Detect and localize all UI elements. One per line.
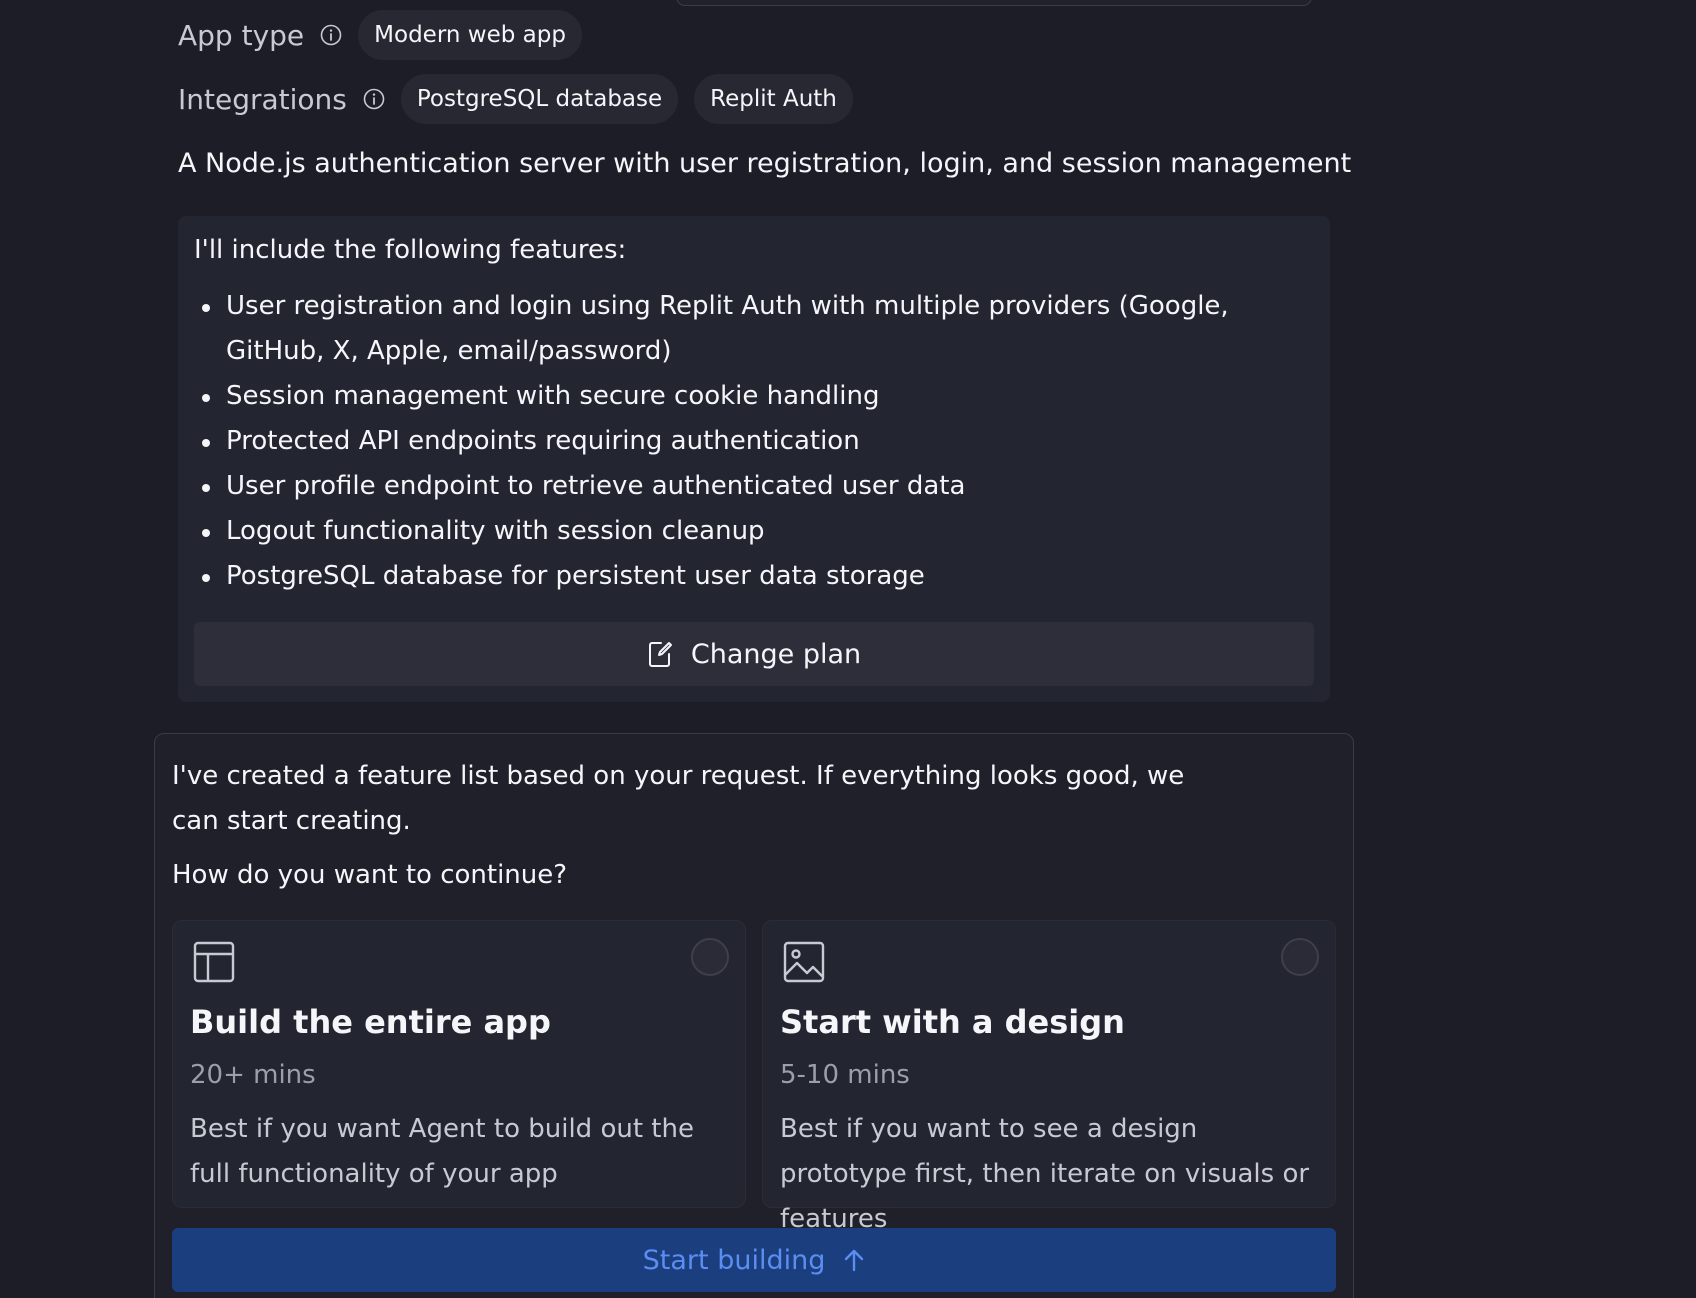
app-type-row: App type Modern web app [178,10,598,60]
feature-item: Protected API endpoints requiring authen… [194,419,1304,464]
app-type-label: App type [178,18,305,52]
app-type-chip: Modern web app [358,10,582,60]
option-radio[interactable] [691,938,729,976]
integrations-row: Integrations PostgreSQL database Replit … [178,74,869,124]
option-description: Best if you want Agent to build out the … [190,1114,694,1189]
option-description: Best if you want to see a design prototy… [780,1114,1310,1234]
edit-icon [648,642,672,667]
info-icon[interactable] [320,24,342,46]
features-list: User registration and login using Replit… [194,284,1304,599]
start-building-button[interactable]: Start building [172,1228,1336,1292]
option-start-with-design[interactable]: Start with a design 5-10 mins Best if yo… [762,920,1336,1234]
previous-message-edge [676,0,1312,6]
agent-message: I've created a feature list based on you… [172,761,1185,836]
feature-item: User registration and login using Replit… [194,284,1304,374]
feature-item: User profile endpoint to retrieve authen… [194,464,1304,509]
image-icon [783,941,825,983]
integrations-label: Integrations [178,82,347,116]
continue-panel: I've created a feature list based on you… [154,733,1354,1298]
option-title: Start with a design [780,1003,1125,1041]
continue-question: How do you want to continue? [172,860,568,890]
option-title: Build the entire app [190,1003,551,1041]
chat-view: App type Modern web app Integrations Pos… [0,0,1696,1298]
layout-icon [193,941,235,983]
features-intro: I'll include the following features: [194,235,627,265]
option-build-entire-app[interactable]: Build the entire app 20+ mins Best if yo… [172,920,746,1208]
start-building-label: Start building [642,1244,826,1276]
option-time: 20+ mins [190,1060,316,1090]
app-description: A Node.js authentication server with use… [178,148,1352,179]
arrow-up-icon [845,1249,864,1272]
feature-item: Session management with secure cookie ha… [194,374,1304,419]
change-plan-label: Change plan [690,638,862,670]
option-radio[interactable] [1281,938,1319,976]
feature-item: PostgreSQL database for persistent user … [194,554,1304,599]
features-card: I'll include the following features: Use… [178,216,1330,702]
feature-item: Logout functionality with session cleanu… [194,509,1304,554]
integration-chip: Replit Auth [694,74,853,124]
integration-chip: PostgreSQL database [400,74,679,124]
info-icon[interactable] [363,88,385,110]
option-time: 5-10 mins [780,1060,910,1090]
change-plan-button[interactable]: Change plan [194,622,1314,686]
